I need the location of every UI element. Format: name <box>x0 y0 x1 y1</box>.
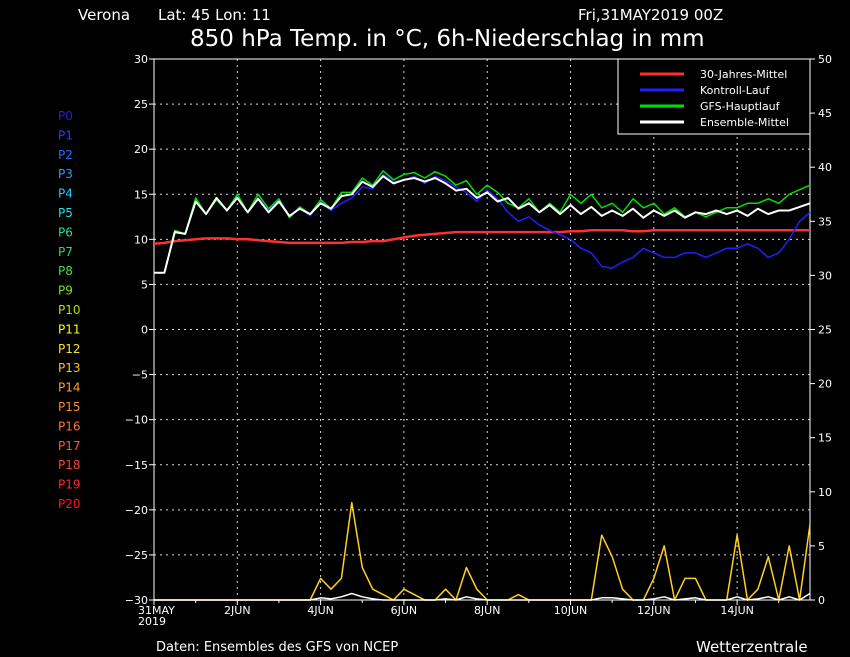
member-label: P2 <box>58 148 73 162</box>
location-label: Verona <box>78 6 130 24</box>
plot-frame <box>153 58 811 601</box>
legend-label: 30-Jahres-Mittel <box>700 68 787 81</box>
x-tick-label: 2019 <box>138 615 166 628</box>
coords-label: Lat: 45 Lon: 11 <box>158 6 271 24</box>
y-left-tick-label: 20 <box>134 143 148 156</box>
y-right-tick-label: 50 <box>818 53 832 66</box>
series-line-30-jahres-mittel <box>153 229 810 246</box>
member-label: P15 <box>58 400 81 414</box>
y-left-tick-label: 5 <box>141 278 148 291</box>
y-left-tick-label: −25 <box>125 549 148 562</box>
member-label: P14 <box>58 381 81 395</box>
y-right-tick-label: 20 <box>818 378 832 391</box>
y-right-tick-label: 30 <box>818 269 832 282</box>
y-left-tick-label: 0 <box>141 324 148 337</box>
y-left-tick-label: 30 <box>134 53 148 66</box>
ensemble-chart: Verona Lat: 45 Lon: 11 Fri,31MAY2019 00Z… <box>58 6 832 656</box>
member-label: P9 <box>58 284 73 298</box>
y-axis-right: 0 5 10 15 20 25 30 35 40 45 50 <box>810 53 832 607</box>
member-label: P17 <box>58 439 81 453</box>
member-label: P5 <box>58 206 73 220</box>
member-label: P12 <box>58 342 81 356</box>
member-label: P7 <box>58 245 73 259</box>
y-right-tick-label: 10 <box>818 486 832 499</box>
y-right-tick-label: 35 <box>818 215 832 228</box>
y-right-tick-label: 15 <box>818 432 832 445</box>
member-label: P4 <box>58 187 73 201</box>
y-left-tick-label: −10 <box>125 414 148 427</box>
member-label: P16 <box>58 419 81 433</box>
run-date-label: Fri,31MAY2019 00Z <box>578 6 723 24</box>
member-label: P11 <box>58 322 81 336</box>
x-tick-label: 12JUN <box>637 604 671 617</box>
y-left-tick-label: 10 <box>134 233 148 246</box>
chart-title: 850 hPa Temp. in °C, 6h-Niederschlag in … <box>190 26 705 52</box>
y-right-tick-label: 45 <box>818 107 832 120</box>
y-left-tick-label: −15 <box>125 459 148 472</box>
series-line-niederschlag-max <box>154 501 811 601</box>
y-right-tick-label: 0 <box>818 594 825 607</box>
legend-label: Ensemble-Mittel <box>700 116 789 129</box>
x-tick-label: 14JUN <box>720 604 754 617</box>
member-label: P19 <box>58 478 81 492</box>
member-label: P8 <box>58 264 73 278</box>
x-tick-label: 10JUN <box>554 604 588 617</box>
member-list: P0 P1 P2 P3 P4 P5 P6 P7 P8 P9 P10 P11 P12 P13 P14 P15 P1… <box>58 109 81 511</box>
y-left-tick-label: 25 <box>134 98 148 111</box>
member-label: P18 <box>58 458 81 472</box>
legend: 30-Jahres-Mittel Kontroll-Lauf GFS-Hauptla… <box>617 58 811 135</box>
legend-label: Kontroll-Lauf <box>700 84 771 97</box>
member-label: P6 <box>58 225 73 239</box>
member-label: P1 <box>58 128 73 142</box>
y-left-tick-label: −20 <box>125 504 148 517</box>
source-label: Daten: Ensembles des GFS von NCEP <box>156 640 398 655</box>
brand-label: Wetterzentrale <box>696 638 808 656</box>
grid <box>154 59 810 600</box>
y-right-tick-label: 25 <box>818 324 832 337</box>
x-tick-label: 8JUN <box>474 604 501 617</box>
y-left-tick-label: −5 <box>132 369 148 382</box>
y-right-tick-label: 5 <box>818 540 825 553</box>
member-label: P3 <box>58 167 73 181</box>
series-line-gfs-hauptlauf <box>154 170 811 274</box>
member-label: P0 <box>58 109 73 123</box>
y-right-tick-label: 40 <box>818 161 832 174</box>
x-tick-label: 6JUN <box>391 604 418 617</box>
x-tick-label: 2JUN <box>224 604 251 617</box>
member-label: P20 <box>58 497 81 511</box>
member-label: P13 <box>58 361 81 375</box>
series-lines <box>153 170 811 601</box>
legend-label: GFS-Hauptlauf <box>700 100 781 113</box>
member-label: P10 <box>58 303 81 317</box>
x-tick-label: 4JUN <box>307 604 334 617</box>
y-left-tick-label: 15 <box>134 188 148 201</box>
y-axis-left: −30−25−20−15−10−5051015202530 <box>125 53 154 607</box>
x-axis: 31MAY20192JUN 4JUN 6JUN 8JUN 10JUN 12JUN 14JUN <box>138 600 780 628</box>
